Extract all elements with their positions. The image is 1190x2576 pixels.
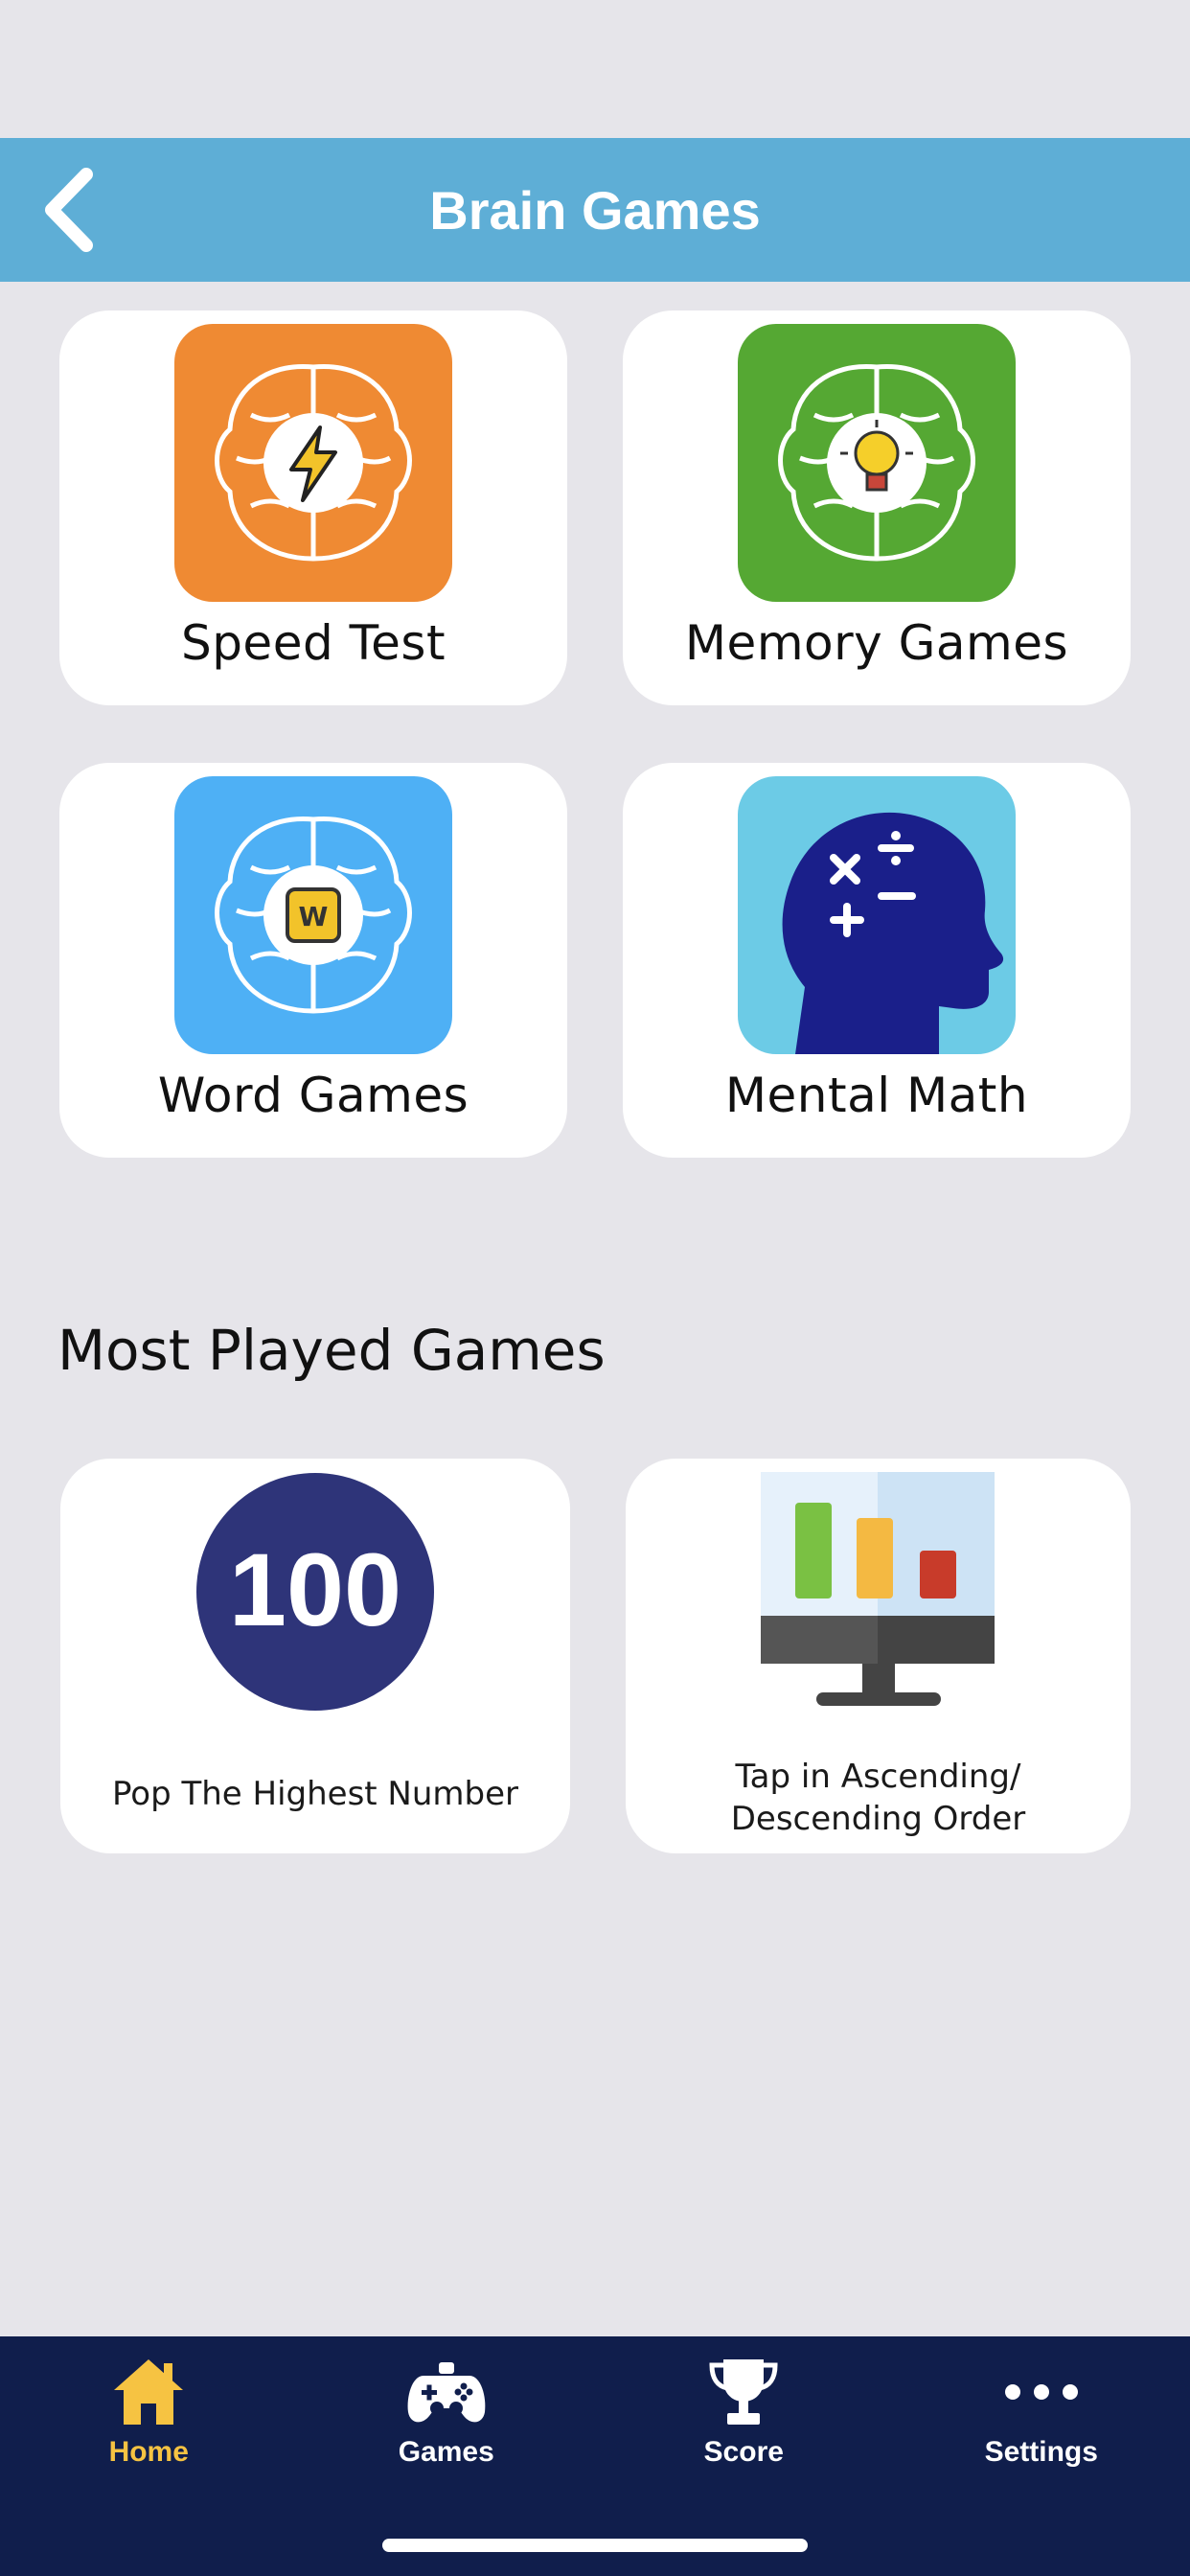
game-card-ascending-order[interactable]: Tap in Ascending/ Descending Order bbox=[626, 1459, 1131, 1853]
section-title: Most Played Games bbox=[57, 1318, 606, 1383]
chevron-left-icon bbox=[45, 168, 93, 252]
category-card-mental-math[interactable]: Mental Math bbox=[623, 763, 1131, 1158]
tab-games[interactable]: Games bbox=[298, 2336, 596, 2499]
game-label-line-1: Tap in Ascending/ bbox=[735, 1758, 1021, 1796]
tab-label: Games bbox=[398, 2436, 494, 2468]
category-label: Word Games bbox=[157, 1068, 469, 1123]
head-math-symbols-icon bbox=[738, 776, 1016, 1054]
number-circle-icon: 100 bbox=[195, 1472, 435, 1712]
category-card-speed-test[interactable]: Speed Test bbox=[59, 310, 567, 705]
tab-home[interactable]: Home bbox=[0, 2336, 298, 2499]
more-dots-icon bbox=[998, 2354, 1085, 2430]
category-label: Memory Games bbox=[684, 615, 1069, 671]
category-label: Mental Math bbox=[724, 1068, 1029, 1123]
brain-letter-w-icon: W bbox=[174, 776, 452, 1054]
brain-lightning-icon bbox=[174, 324, 452, 602]
brain-lightbulb-icon bbox=[738, 324, 1016, 602]
game-label-line-2: Descending Order bbox=[730, 1800, 1026, 1838]
tab-label: Home bbox=[108, 2436, 189, 2468]
number-label: 100 bbox=[229, 1531, 401, 1647]
bar-chart-monitor-icon bbox=[759, 1472, 998, 1712]
category-card-memory-games[interactable]: Memory Games bbox=[623, 310, 1131, 705]
gamepad-icon bbox=[403, 2354, 490, 2430]
status-bar bbox=[0, 0, 1190, 138]
back-button[interactable] bbox=[21, 159, 117, 261]
game-card-pop-highest-number[interactable]: 100 Pop The Highest Number bbox=[60, 1459, 570, 1853]
category-label: Speed Test bbox=[180, 615, 446, 671]
home-indicator bbox=[382, 2539, 808, 2552]
tab-label: Settings bbox=[984, 2436, 1098, 2468]
tab-score[interactable]: Score bbox=[595, 2336, 893, 2499]
tab-settings[interactable]: Settings bbox=[893, 2336, 1190, 2499]
tab-label: Score bbox=[703, 2436, 784, 2468]
home-icon bbox=[105, 2354, 192, 2430]
trophy-icon bbox=[700, 2354, 787, 2430]
game-label: Pop The Highest Number bbox=[111, 1775, 519, 1813]
category-card-word-games[interactable]: W Word Games bbox=[59, 763, 567, 1158]
page-title: Brain Games bbox=[429, 179, 761, 241]
header-bar: Brain Games bbox=[0, 138, 1190, 282]
svg-text:W: W bbox=[299, 901, 329, 932]
